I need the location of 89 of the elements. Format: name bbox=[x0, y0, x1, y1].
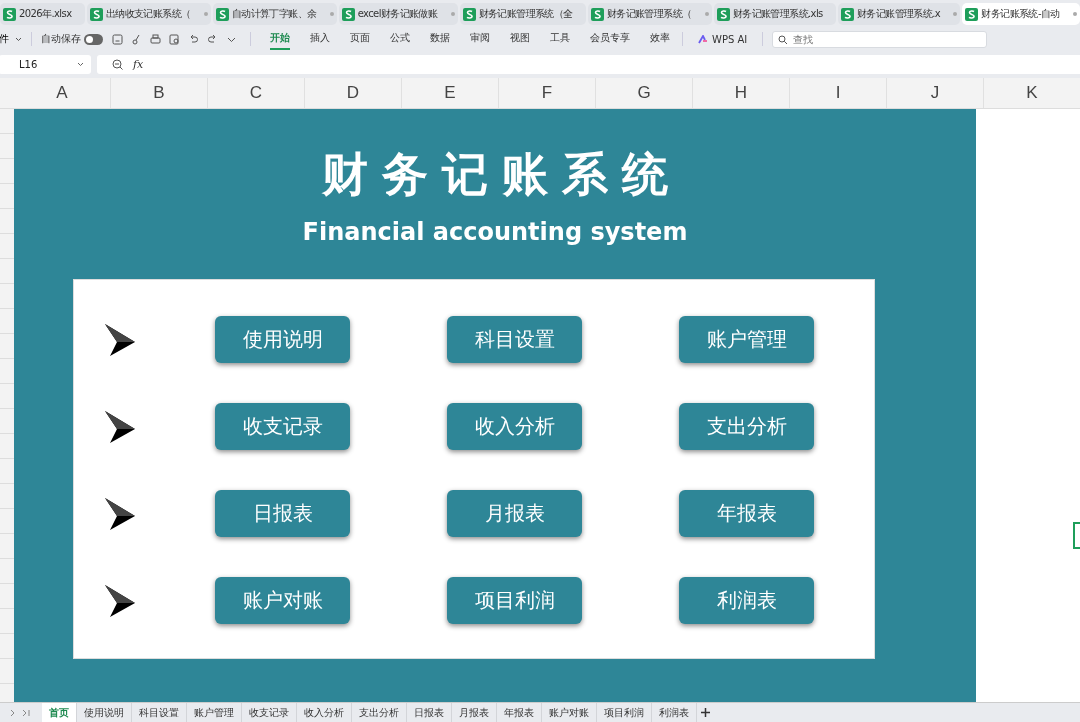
column-header[interactable]: E bbox=[402, 78, 499, 108]
ribbon-tab[interactable]: 审阅 bbox=[470, 28, 490, 50]
column-header[interactable]: I bbox=[790, 78, 887, 108]
menu-button[interactable]: 年报表 bbox=[679, 490, 814, 537]
chevron-icon bbox=[77, 61, 84, 67]
ribbon-tab[interactable]: 数据 bbox=[430, 28, 450, 50]
sheet-tab[interactable]: 账户对账 bbox=[542, 703, 597, 722]
sheet-tab[interactable]: 首页 bbox=[42, 703, 77, 722]
column-header[interactable]: H bbox=[693, 78, 790, 108]
spreadsheet-icon bbox=[3, 7, 16, 21]
arrowhead-icon bbox=[104, 409, 136, 444]
column-header[interactable]: F bbox=[499, 78, 596, 108]
file-tab[interactable]: 财务记账管理系统（ bbox=[587, 3, 712, 25]
menu-button[interactable]: 账户对账 bbox=[215, 577, 350, 624]
column-header[interactable]: K bbox=[984, 78, 1080, 108]
column-header[interactable]: J bbox=[887, 78, 984, 108]
preview-icon[interactable] bbox=[168, 32, 181, 46]
file-tab[interactable]: 出纳收支记账系统（ bbox=[86, 3, 211, 25]
autosave-toggle[interactable] bbox=[84, 33, 103, 45]
ribbon-tab[interactable]: 工具 bbox=[550, 28, 570, 50]
zoom-icon[interactable] bbox=[112, 58, 123, 70]
ribbon-tab[interactable]: 插入 bbox=[310, 28, 330, 50]
ribbon-tab[interactable]: 公式 bbox=[390, 28, 410, 50]
dashboard-title: 财务记账系统 bbox=[321, 146, 682, 203]
cell-cursor bbox=[1073, 522, 1080, 549]
chevron-icon bbox=[15, 36, 22, 42]
sheet-tab[interactable]: 科目设置 bbox=[132, 703, 187, 722]
spreadsheet-icon bbox=[341, 7, 355, 21]
spreadsheet-icon bbox=[965, 7, 979, 21]
dashboard-subtitle: Financial accounting system bbox=[302, 217, 688, 248]
menu-button[interactable]: 日报表 bbox=[215, 490, 350, 537]
last-sheet-icon[interactable] bbox=[22, 708, 30, 717]
file-tab[interactable]: 财务记账管理系统.x bbox=[838, 3, 961, 25]
name-box[interactable]: L16 bbox=[0, 54, 91, 74]
spreadsheet-icon bbox=[590, 7, 604, 21]
arrowhead-icon bbox=[104, 583, 136, 618]
sheet-tab[interactable]: 收支记录 bbox=[242, 703, 297, 722]
ai-button[interactable]: WPS AI bbox=[692, 32, 754, 46]
spreadsheet-icon bbox=[462, 7, 476, 21]
file-tab[interactable]: 自动计算丁字账、余 bbox=[212, 3, 337, 25]
sheet-tab[interactable]: 支出分析 bbox=[352, 703, 407, 722]
column-header[interactable]: D bbox=[305, 78, 402, 108]
menu-button[interactable]: 月报表 bbox=[447, 490, 582, 537]
menu-button[interactable]: 使用说明 bbox=[215, 316, 350, 363]
ribbon-tab[interactable]: 页面 bbox=[350, 28, 370, 50]
sheet-tab[interactable]: 使用说明 bbox=[77, 703, 132, 722]
save-icon[interactable] bbox=[111, 32, 124, 46]
file-tab[interactable]: 财务记账管理系统.xls bbox=[713, 3, 837, 25]
ribbon-tab[interactable]: 会员专享 bbox=[590, 28, 630, 50]
search-field[interactable]: 查找 bbox=[772, 30, 988, 48]
arrowhead-icon bbox=[104, 496, 136, 531]
sheet-tab[interactable]: 项目利润 bbox=[597, 703, 652, 722]
menu-button[interactable]: 账户管理 bbox=[679, 316, 814, 363]
menu-button[interactable]: 收入分析 bbox=[447, 403, 582, 450]
file-tab[interactable]: 财务记账管理系统（全 bbox=[459, 3, 586, 25]
sheet-tab[interactable]: 月报表 bbox=[452, 703, 497, 722]
spreadsheet-icon bbox=[215, 7, 229, 21]
menu-button[interactable]: 利润表 bbox=[679, 577, 814, 624]
spreadsheet-icon bbox=[716, 7, 730, 21]
sheet-tab[interactable]: 日报表 bbox=[407, 703, 452, 722]
menu-button[interactable]: 项目利润 bbox=[447, 577, 582, 624]
autosave-label: 自动保存 bbox=[41, 32, 81, 46]
next-sheet-icon[interactable] bbox=[10, 708, 16, 717]
close-icon[interactable] bbox=[1073, 12, 1078, 16]
ai-logo-icon bbox=[698, 34, 708, 44]
sheet-tab[interactable]: 年报表 bbox=[497, 703, 542, 722]
file-tab[interactable]: excel财务记账做账 bbox=[338, 3, 458, 25]
spreadsheet-icon bbox=[841, 7, 855, 21]
column-header[interactable]: A bbox=[14, 78, 111, 108]
formula-field[interactable]: fx bbox=[97, 54, 1080, 74]
column-header[interactable]: B bbox=[111, 78, 208, 108]
arrowhead-icon bbox=[104, 322, 136, 357]
column-header[interactable]: G bbox=[596, 78, 693, 108]
sheet-tab[interactable]: 账户管理 bbox=[187, 703, 242, 722]
ribbon-tab[interactable]: 视图 bbox=[510, 28, 530, 50]
file-tab[interactable]: 2026年.xlsx bbox=[0, 3, 85, 25]
sheet-tab[interactable]: 利润表 bbox=[652, 703, 697, 722]
column-header[interactable]: C bbox=[208, 78, 305, 108]
menu-button[interactable]: 支出分析 bbox=[679, 403, 814, 450]
sheet-tab[interactable]: 收入分析 bbox=[297, 703, 352, 722]
file-tab[interactable]: 财务记账系统-自动 bbox=[962, 3, 1080, 25]
search-icon bbox=[778, 34, 789, 45]
menu-button[interactable]: 科目设置 bbox=[447, 316, 582, 363]
function-button[interactable]: fx bbox=[133, 57, 144, 71]
menu-button[interactable]: 收支记录 bbox=[215, 403, 350, 450]
print-icon[interactable] bbox=[149, 32, 162, 46]
spreadsheet-icon bbox=[89, 7, 103, 21]
ribbon-tab[interactable]: 效率 bbox=[650, 28, 670, 50]
add-sheet-icon[interactable] bbox=[701, 708, 710, 717]
